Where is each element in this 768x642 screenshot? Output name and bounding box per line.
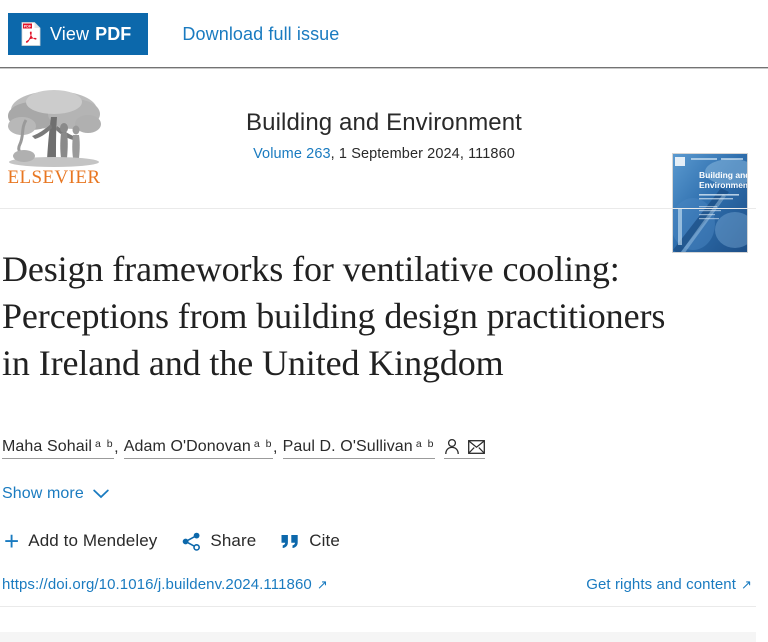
show-more-label: Show more [2,485,84,502]
journal-issue-meta: Volume 263, 1 September 2024, 111860 [168,146,600,162]
author-list: Maha Sohail a b, Adam O'Donovan a b, Paul … [2,438,742,459]
show-more-toggle[interactable]: Show more [2,485,109,503]
author-contact-icons [443,438,485,459]
chevron-down-icon [93,489,109,499]
doi-url-label: https://doi.org/10.1016/j.buildenv.2024.… [2,576,312,593]
page-bottom-strip [0,632,756,642]
view-pdf-label-pdf: PDF [95,23,132,44]
author-affiliation-3: a b [415,438,435,450]
cite-label: Cite [309,531,340,550]
rights-external-link-icon: ↗ [741,577,752,592]
share-label: Share [210,531,257,550]
view-pdf-button[interactable]: PDF View PDF [8,13,149,55]
plus-icon: + [4,526,20,556]
share-nodes-icon [183,532,201,551]
pdf-file-icon: PDF [21,22,41,46]
view-pdf-label-view: View [50,23,90,44]
top-action-bar: PDF View PDF Download full issue [0,0,768,68]
author-affiliation-1: a b [95,438,115,450]
doi-divider [0,606,756,607]
author-separator-1: , [114,439,119,456]
author-name-1: Maha Sohail [2,438,93,455]
cite-button[interactable]: Cite [281,531,340,551]
external-link-icon: ↗ [316,577,328,592]
email-author-icon[interactable] [467,439,485,454]
download-full-issue-link[interactable]: Download full issue [182,24,339,45]
quote-icon [281,534,298,548]
article-actions: + Add to Mendeley Share Cite [4,528,340,554]
svg-text:Environment: Environment [699,180,748,190]
author-link-2[interactable]: Adam O'Donovan a b [123,438,274,459]
journal-title: Building and Environment [246,109,522,136]
author-name-2: Adam O'Donovan [123,438,251,455]
volume-link[interactable]: Volume 263 [253,146,331,162]
journal-cover-image[interactable]: Building and Environment [672,153,748,253]
get-rights-and-content-link[interactable]: Get rights and content ↗ [586,576,752,593]
share-button[interactable]: Share [182,531,256,551]
author-affiliation-2: a b [253,438,274,450]
add-to-mendeley-button[interactable]: + Add to Mendeley [4,528,157,554]
rights-label: Get rights and content [586,576,736,593]
author-name-3: Paul D. O'Sullivan [282,438,413,455]
doi-row: https://doi.org/10.1016/j.buildenv.2024.… [2,576,752,593]
add-to-mendeley-label: Add to Mendeley [28,531,158,550]
author-link-3[interactable]: Paul D. O'Sullivan a b [282,438,435,459]
journal-info: Building and Environment Volume 263, 1 S… [168,109,600,162]
elsevier-logo[interactable]: ELSEVIER [4,82,104,188]
issue-meta-text: , 1 September 2024, 111860 [330,145,515,162]
journal-banner: ELSEVIER Building and Environment Volume… [0,69,768,253]
svg-text:PDF: PDF [24,25,32,29]
banner-divider [0,208,756,209]
svg-text:ELSEVIER: ELSEVIER [8,167,101,187]
svg-text:Building and: Building and [699,170,748,180]
article-title: Design frameworks for ventilative coolin… [2,249,666,384]
author-separator-2: , [273,439,278,456]
article-header-page: PDF View PDF Download full issue ELSEVIE… [0,0,768,642]
author-profile-icon[interactable] [444,438,460,455]
doi-link[interactable]: https://doi.org/10.1016/j.buildenv.2024.… [2,576,328,593]
author-link-1[interactable]: Maha Sohail a b [2,438,115,459]
